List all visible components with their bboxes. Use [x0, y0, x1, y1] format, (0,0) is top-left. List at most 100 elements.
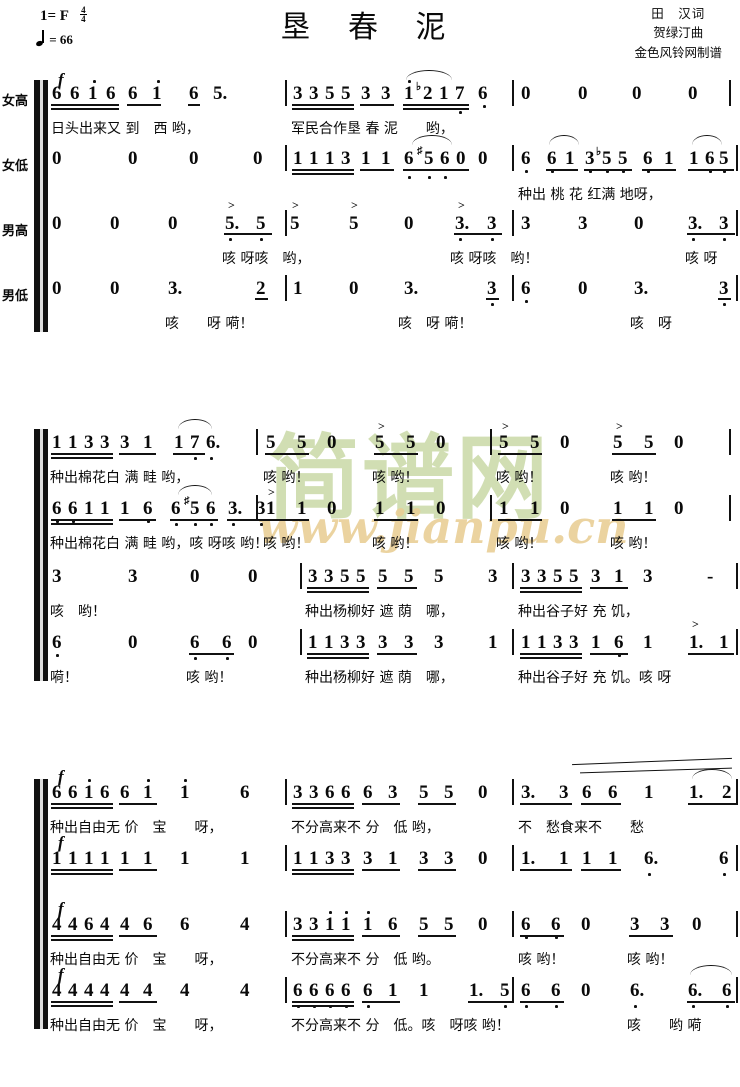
rest: 0 — [478, 848, 488, 869]
octave-dot — [692, 1005, 695, 1008]
note: 1 — [84, 498, 94, 519]
octave-dot — [345, 911, 348, 914]
note: 3 — [128, 566, 138, 587]
beam — [119, 519, 156, 521]
octave-dot — [723, 303, 726, 306]
note: 3 — [487, 213, 497, 234]
note: 3 — [419, 848, 429, 869]
barline — [736, 629, 738, 655]
note: 1 — [240, 848, 250, 869]
note: 3 — [324, 566, 334, 587]
note: 5 — [719, 148, 729, 169]
note: 1 — [152, 83, 162, 104]
lyric: 种出谷子好 充 饥， — [518, 604, 639, 620]
note: 3 — [630, 914, 640, 935]
note: 6 — [478, 83, 488, 104]
lyric: 咳 哟！ — [518, 952, 565, 968]
rest: 0 — [168, 213, 178, 234]
note: 1 — [591, 632, 601, 653]
note: 6 — [719, 848, 729, 869]
rest: 0 — [456, 148, 466, 169]
note: 3 — [388, 782, 398, 803]
octave-dot — [483, 105, 486, 108]
note: 6 — [440, 148, 450, 169]
beam — [629, 935, 673, 937]
octave-dot — [648, 873, 651, 876]
beam — [255, 298, 268, 300]
note: 1 — [521, 632, 531, 653]
note: 1 — [406, 498, 416, 519]
lyric: 咳 呀 嗬！ — [165, 316, 254, 332]
octave-dot — [93, 80, 96, 83]
barline — [285, 911, 287, 937]
note: 6. — [206, 432, 221, 453]
beam — [403, 104, 469, 106]
note: 1. — [469, 980, 484, 1001]
accent-mark: > — [351, 198, 358, 212]
barline — [729, 80, 731, 106]
note: 1 — [375, 498, 385, 519]
rest: 0 — [349, 278, 359, 299]
note: 3. — [228, 498, 243, 519]
note: 3 — [341, 848, 351, 869]
note: 1 — [293, 278, 303, 299]
barline — [285, 779, 287, 805]
system-brace — [34, 429, 48, 681]
beam — [520, 1001, 564, 1003]
octave-dot — [504, 1005, 507, 1008]
octave-dot — [194, 523, 197, 526]
note: 4 — [52, 914, 62, 935]
rest: 0 — [52, 213, 62, 234]
note: 1 — [537, 632, 547, 653]
note: 6. — [644, 848, 659, 869]
beam — [51, 939, 113, 941]
note: 6 — [521, 980, 531, 1001]
rest: 0 — [560, 432, 570, 453]
octave-dot — [491, 303, 494, 306]
note: 5 — [256, 213, 266, 234]
octave-dot — [56, 654, 59, 657]
rest: 0 — [253, 148, 263, 169]
barline — [729, 495, 731, 521]
lyric: 咳 哟！ — [610, 470, 657, 486]
beam — [292, 108, 354, 110]
note: 3 — [309, 782, 319, 803]
note: 4 — [68, 914, 78, 935]
note: 5 — [530, 432, 540, 453]
rest: 0 — [632, 83, 642, 104]
beam — [292, 807, 354, 809]
barline — [736, 275, 738, 301]
beam — [520, 935, 564, 937]
note: 3 — [120, 432, 130, 453]
note: 6 — [582, 782, 592, 803]
note: 4 — [240, 980, 250, 1001]
beam — [51, 108, 89, 110]
note: 6 — [388, 914, 398, 935]
beam — [688, 803, 736, 805]
note: 3 — [660, 914, 670, 935]
note: 6 — [722, 980, 732, 1001]
lyric: 咳 呀咳 哟！ — [450, 251, 539, 267]
rest: 0 — [560, 498, 570, 519]
beam — [362, 803, 400, 805]
note: 6 — [143, 914, 153, 935]
note: 6 — [404, 148, 414, 169]
note: 1 — [608, 848, 618, 869]
lyric: 咳 呀 — [630, 316, 672, 332]
beam — [173, 453, 205, 455]
lyric: 不分高来不 分 低 哟， — [291, 820, 440, 836]
system-2: 1 1 3 3 3 1 1 7 6. 5 5 0 > 5 5 0 > 5 5 0… — [0, 419, 740, 735]
note: 3 — [381, 83, 391, 104]
beam — [292, 104, 354, 106]
beam — [581, 869, 621, 871]
tie — [692, 135, 722, 145]
octave-dot — [428, 176, 431, 179]
tie — [178, 485, 212, 495]
rest: 0 — [436, 432, 446, 453]
beam — [51, 869, 113, 871]
note: 3. — [634, 278, 649, 299]
octave-dot — [226, 657, 229, 660]
note: 3 — [434, 632, 444, 653]
note: 3 — [585, 148, 595, 169]
note: 1 — [120, 848, 130, 869]
